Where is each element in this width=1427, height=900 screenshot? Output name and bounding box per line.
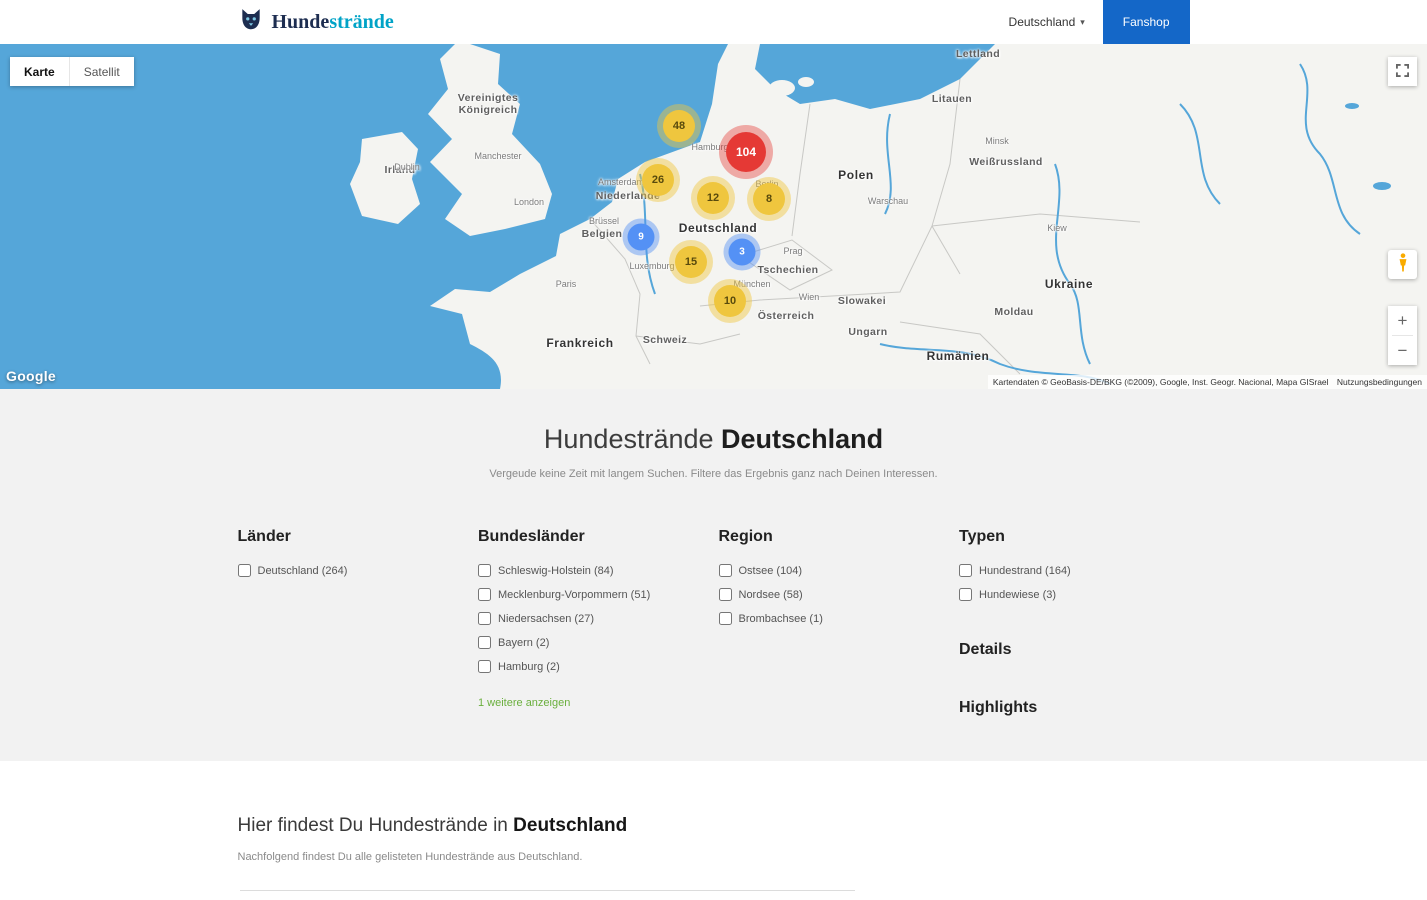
show-more-link[interactable]: 1 weitere anzeigen <box>478 697 570 709</box>
map-attribution-bar: Kartendaten © GeoBasis-DE/BKG (©2009), G… <box>987 375 1427 389</box>
logo-dog-icon <box>238 7 264 38</box>
map-type-satellit-button[interactable]: Satellit <box>68 57 134 86</box>
map-container[interactable]: Vereinigtes Königreich Irland Niederlande B… <box>0 44 1427 389</box>
map-attribution-text: Kartendaten © GeoBasis-DE/BKG (©2009), G… <box>992 377 1329 387</box>
filter-label: Deutschland (264) <box>257 564 348 577</box>
zoom-in-button[interactable]: + <box>1388 306 1417 335</box>
google-logo[interactable]: Google <box>6 368 56 384</box>
filter-checkbox[interactable] <box>959 588 972 601</box>
filter-label: Bayern (2) <box>498 636 550 649</box>
filter-label: Hundestrand (164) <box>979 564 1071 577</box>
filter-checkbox-item[interactable]: Niedersachsen (27) <box>478 612 709 625</box>
map-canvas[interactable] <box>0 44 1427 389</box>
filter-label: Ostsee (104) <box>738 564 803 577</box>
filter-checkbox[interactable] <box>718 564 732 577</box>
filter-checkbox[interactable] <box>237 564 251 577</box>
header-nav: Deutschland ▾ Fanshop <box>991 0 1190 44</box>
filter-checkbox-item[interactable]: Brombachsee (1) <box>718 612 950 625</box>
filter-checkbox-item[interactable]: Deutschland (264) <box>237 564 469 577</box>
filter-checkbox-item[interactable]: Nordsee (58) <box>718 588 950 601</box>
results-subtitle: Nachfolgend findest Du alle gelisteten H… <box>237 851 583 863</box>
map-cluster-marker[interactable]: 9 <box>627 223 655 251</box>
zoom-control: + − <box>1388 306 1417 365</box>
results-heading: Hier findest Du Hundestrände in Deutschl… <box>237 815 628 836</box>
map-cluster-marker[interactable]: 104 <box>726 132 766 172</box>
filter-label: Niedersachsen (27) <box>498 612 594 625</box>
map-cluster-marker[interactable]: 8 <box>753 183 785 215</box>
filter-label: Schleswig-Holstein (84) <box>498 564 614 577</box>
logo[interactable]: Hundestrände <box>238 7 394 38</box>
map-cluster-marker[interactable]: 12 <box>697 182 729 214</box>
filter-column-title: Länder <box>237 528 291 545</box>
filter-column-title: Region <box>718 528 773 545</box>
filter-label: Mecklenburg-Vorpommern (51) <box>498 588 651 601</box>
filter-checkbox-item[interactable]: Mecklenburg-Vorpommern (51) <box>478 588 709 601</box>
filter-column-bundesländer: Bundesländer Schleswig-Holstein (84) Meckl… <box>478 528 709 717</box>
filter-checkbox-item[interactable]: Bayern (2) <box>478 636 709 649</box>
filter-columns: Länder Deutschland (264) Bundesländer Schle… <box>237 528 1190 717</box>
filter-checkbox[interactable] <box>478 588 491 601</box>
logo-text: Hundestrände <box>271 10 394 33</box>
zoom-out-button[interactable]: − <box>1388 336 1417 365</box>
map-type-karte-button[interactable]: Karte <box>10 57 69 86</box>
filter-checkbox[interactable] <box>478 660 491 673</box>
filter-checkbox-item[interactable]: Hamburg (2) <box>478 660 709 673</box>
fullscreen-icon <box>1396 63 1409 80</box>
map-cluster-marker[interactable]: 48 <box>663 110 695 142</box>
filter-section-heading-highlights[interactable]: Highlights <box>959 699 1190 717</box>
filter-label: Hundewiese (3) <box>979 588 1057 601</box>
filter-label: Brombachsee (1) <box>738 612 823 625</box>
nav-country-dropdown[interactable]: Deutschland ▾ <box>991 0 1103 44</box>
filter-label: Hamburg (2) <box>498 660 560 673</box>
map-type-control: Karte Satellit <box>10 57 134 86</box>
filter-column-region: Region Ostsee (104) Nordsee (58) Brombachse… <box>718 528 950 717</box>
filter-checkbox-item[interactable]: Schleswig-Holstein (84) <box>478 564 709 577</box>
filter-column-title: Bundesländer <box>478 528 585 545</box>
nav-country-label: Deutschland <box>1008 15 1076 29</box>
filter-section: Hundestrände Deutschland Vergeude keine … <box>0 389 1427 761</box>
filter-checkbox-item[interactable]: Hundewiese (3) <box>959 588 1190 601</box>
filter-label: Nordsee (58) <box>738 588 803 601</box>
terms-link[interactable]: Nutzungsbedingungen <box>1337 377 1422 387</box>
fanshop-button[interactable]: Fanshop <box>1102 0 1190 44</box>
map-cluster-marker[interactable]: 15 <box>675 246 707 278</box>
filter-column-typen: Typen Hundestrand (164) Hundewiese (3) Deta… <box>959 528 1190 717</box>
fullscreen-button[interactable] <box>1388 57 1417 86</box>
filter-checkbox[interactable] <box>718 588 732 601</box>
filter-checkbox[interactable] <box>718 612 732 625</box>
filter-checkbox-item[interactable]: Hundestrand (164) <box>959 564 1190 577</box>
filter-checkbox[interactable] <box>478 564 491 577</box>
filter-checkbox-item[interactable]: Ostsee (104) <box>718 564 950 577</box>
map-cluster-marker[interactable]: 26 <box>642 164 674 196</box>
map-cluster-marker[interactable]: 10 <box>714 285 746 317</box>
site-header: Hundestrände Deutschland ▾ Fanshop <box>0 0 1427 44</box>
divider <box>239 890 855 891</box>
filter-checkbox[interactable] <box>478 636 491 649</box>
pegman-control[interactable] <box>1388 250 1417 279</box>
page-subtitle: Vergeude keine Zeit mit langem Suchen. F… <box>489 468 938 480</box>
map-cluster-marker[interactable]: 3 <box>728 238 756 266</box>
filter-checkbox[interactable] <box>959 564 972 577</box>
chevron-down-icon: ▾ <box>1080 16 1085 27</box>
pegman-icon <box>1397 252 1409 278</box>
page-title: Hundestrände Deutschland <box>543 424 884 454</box>
results-section: Hier findest Du Hundestrände in Deutschl… <box>0 761 1427 891</box>
filter-section-heading-details[interactable]: Details <box>959 641 1190 659</box>
header-inner: Hundestrände Deutschland ▾ Fanshop <box>238 0 1190 44</box>
filter-column-title: Typen <box>959 528 1005 545</box>
filter-checkbox[interactable] <box>478 612 491 625</box>
filter-column-länder: Länder Deutschland (264) <box>237 528 469 717</box>
